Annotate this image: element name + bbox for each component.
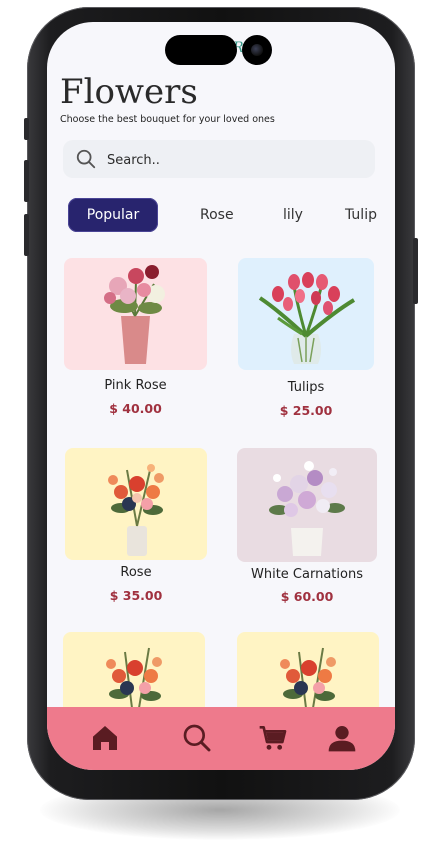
product-image bbox=[64, 258, 207, 370]
product-price: $ 35.00 bbox=[109, 588, 163, 603]
app-screen: Rose Flowers Choose the best bouquet for… bbox=[47, 22, 395, 770]
nav-search[interactable] bbox=[181, 722, 213, 754]
product-card-white-carnations[interactable]: White Carnations $ 60.00 bbox=[237, 448, 377, 606]
product-image bbox=[237, 448, 377, 562]
product-card-pink-rose[interactable]: Pink Rose $ 40.00 bbox=[64, 258, 207, 418]
nav-cart[interactable] bbox=[257, 722, 289, 754]
product-name: Pink Rose bbox=[104, 378, 167, 393]
power-button bbox=[413, 238, 418, 304]
tab-tulip[interactable]: Tulip bbox=[345, 198, 377, 232]
tab-lily[interactable]: lily bbox=[283, 198, 303, 232]
search-icon bbox=[183, 724, 211, 752]
volume-up-button bbox=[24, 160, 29, 202]
product-image bbox=[238, 258, 374, 370]
profile-icon bbox=[328, 726, 356, 752]
product-price: $ 25.00 bbox=[279, 403, 333, 418]
nav-home[interactable] bbox=[89, 722, 121, 754]
page-title: Flowers bbox=[60, 72, 198, 112]
volume-down-button bbox=[24, 214, 29, 256]
camera-icon bbox=[242, 35, 272, 65]
mute-switch bbox=[24, 118, 29, 140]
tab-popular[interactable]: Popular bbox=[68, 198, 158, 232]
product-name: White Carnations bbox=[251, 567, 363, 582]
product-price: $ 40.00 bbox=[109, 401, 162, 416]
dynamic-island bbox=[165, 35, 237, 65]
product-name: Rose bbox=[120, 565, 152, 580]
search-icon bbox=[76, 149, 96, 169]
home-icon bbox=[93, 726, 117, 750]
product-card-rose[interactable]: Rose $ 35.00 bbox=[65, 448, 207, 604]
tab-rose[interactable]: Rose bbox=[200, 198, 234, 232]
product-image bbox=[65, 448, 207, 560]
cart-icon bbox=[259, 726, 287, 750]
product-card-tulips[interactable]: Tulips $ 25.00 bbox=[238, 258, 374, 420]
product-name: Tulips bbox=[287, 380, 325, 395]
search-input[interactable] bbox=[105, 140, 359, 180]
bottom-nav bbox=[47, 707, 395, 770]
nav-profile[interactable] bbox=[326, 722, 358, 754]
page-subtitle: Choose the best bouquet for your loved o… bbox=[60, 114, 275, 125]
search-bar[interactable] bbox=[63, 140, 375, 180]
product-price: $ 60.00 bbox=[280, 589, 334, 604]
